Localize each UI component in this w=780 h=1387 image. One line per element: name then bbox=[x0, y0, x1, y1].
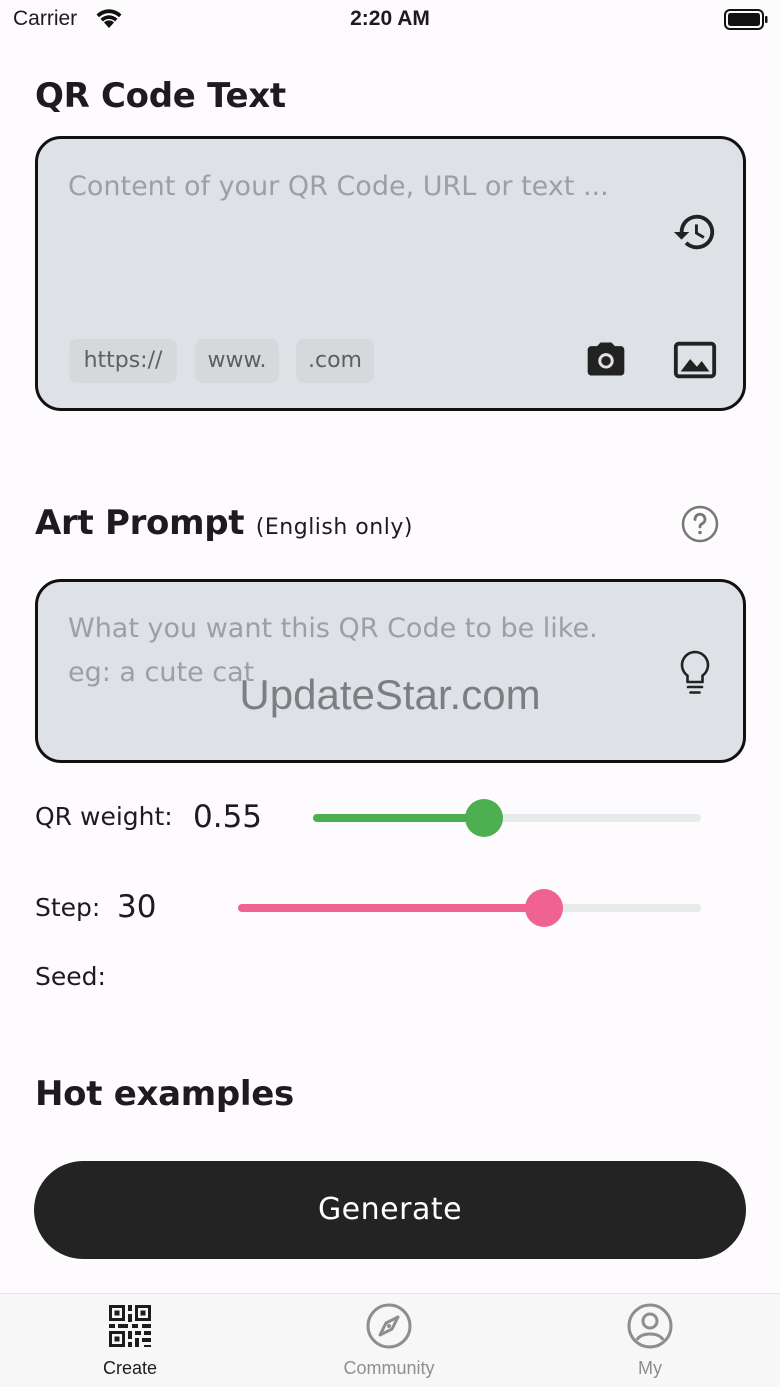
tab-bar: Create Community My bbox=[0, 1293, 780, 1387]
generate-button[interactable]: Generate bbox=[34, 1161, 746, 1259]
step-slider-fill bbox=[238, 904, 544, 912]
art-prompt-title: Art Prompt (English only) bbox=[35, 503, 413, 543]
art-prompt-subtitle: (English only) bbox=[255, 515, 413, 540]
tab-create-label: Create bbox=[102, 1358, 158, 1378]
watermark: UpdateStar.com bbox=[239, 671, 541, 718]
tab-my[interactable]: My bbox=[550, 1294, 750, 1387]
camera-icon[interactable] bbox=[584, 337, 628, 381]
step-label: Step: bbox=[35, 893, 101, 922]
help-icon[interactable] bbox=[680, 504, 720, 544]
art-prompt-title-text: Art Prompt bbox=[35, 503, 245, 543]
hot-examples-title: Hot examples bbox=[35, 1074, 294, 1114]
tab-create[interactable]: Create bbox=[30, 1294, 230, 1387]
chip-https[interactable]: https:// bbox=[69, 339, 177, 383]
step-slider[interactable] bbox=[238, 889, 701, 927]
qr-text-input[interactable]: Content of your QR Code, URL or text ...… bbox=[35, 136, 746, 411]
seed-label: Seed: bbox=[35, 962, 106, 991]
chip-com[interactable]: .com bbox=[296, 339, 374, 383]
chip-www[interactable]: www. bbox=[195, 339, 279, 383]
image-icon[interactable] bbox=[672, 337, 718, 383]
compass-icon bbox=[366, 1303, 412, 1349]
history-icon[interactable] bbox=[672, 209, 718, 255]
qr-weight-slider-fill bbox=[313, 814, 484, 822]
qr-code-text-title: QR Code Text bbox=[35, 76, 286, 116]
qr-weight-slider-thumb[interactable] bbox=[464, 799, 503, 837]
account-icon bbox=[627, 1303, 673, 1349]
step-slider-thumb[interactable] bbox=[524, 889, 563, 927]
qr-weight-label: QR weight: bbox=[35, 802, 173, 831]
clock: 2:20 AM bbox=[350, 7, 430, 30]
status-bar: Carrier 2:20 AM bbox=[0, 0, 780, 40]
step-value: 30 bbox=[117, 889, 157, 925]
qr-code-icon bbox=[109, 1305, 151, 1347]
tab-community[interactable]: Community bbox=[289, 1294, 489, 1387]
qr-weight-value: 0.55 bbox=[193, 799, 263, 835]
tab-community-label: Community bbox=[343, 1358, 435, 1378]
qr-text-placeholder: Content of your QR Code, URL or text ... bbox=[68, 171, 609, 202]
tab-my-label: My bbox=[638, 1358, 662, 1378]
battery-icon bbox=[724, 9, 768, 30]
qr-weight-slider[interactable] bbox=[313, 799, 701, 837]
